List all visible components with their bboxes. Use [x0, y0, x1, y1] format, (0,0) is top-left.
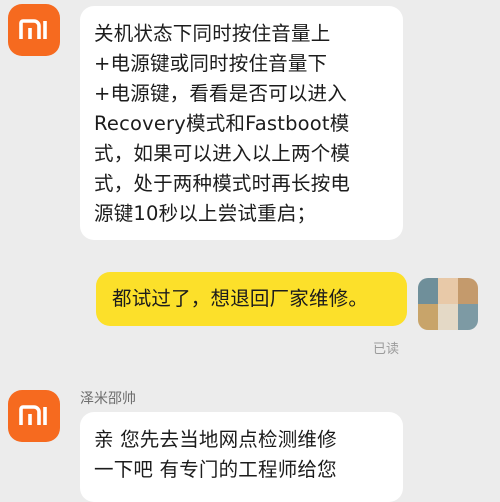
message-line: 式，如果可以进入以上两个模 [94, 142, 351, 165]
mi-avatar[interactable] [8, 390, 60, 442]
message-line: 关机状态下同时按住音量上 [94, 22, 331, 45]
message-text: 都试过了，想退回厂家维修。 [112, 287, 369, 310]
message-line: 一下吧 有专门的工程师给您 [94, 458, 337, 481]
message-bubble-incoming[interactable]: 亲 您先去当地网点检测维修 一下吧 有专门的工程师给您 [80, 412, 403, 502]
read-status: 已读 [373, 342, 400, 357]
user-avatar[interactable] [418, 278, 478, 330]
mi-logo-icon [19, 405, 47, 425]
mi-logo-icon [19, 19, 47, 39]
message-line: +电源键，看看是否可以进入 [94, 82, 347, 105]
message-line: Recovery模式和Fastboot模 [94, 112, 350, 135]
message-line: 式，处于两种模式时再长按电 [94, 172, 351, 195]
mi-avatar[interactable] [8, 4, 60, 56]
message-bubble-incoming[interactable]: 关机状态下同时按住音量上 +电源键或同时按住音量下 +电源键，看看是否可以进入 … [80, 6, 403, 240]
message-line: 源键10秒以上尝试重启； [94, 202, 317, 225]
sender-name: 泽米邵帅 [80, 391, 136, 407]
message-line: +电源键或同时按住音量下 [94, 52, 328, 75]
message-bubble-outgoing[interactable]: 都试过了，想退回厂家维修。 [96, 272, 407, 326]
message-line: 亲 您先去当地网点检测维修 [94, 428, 337, 451]
